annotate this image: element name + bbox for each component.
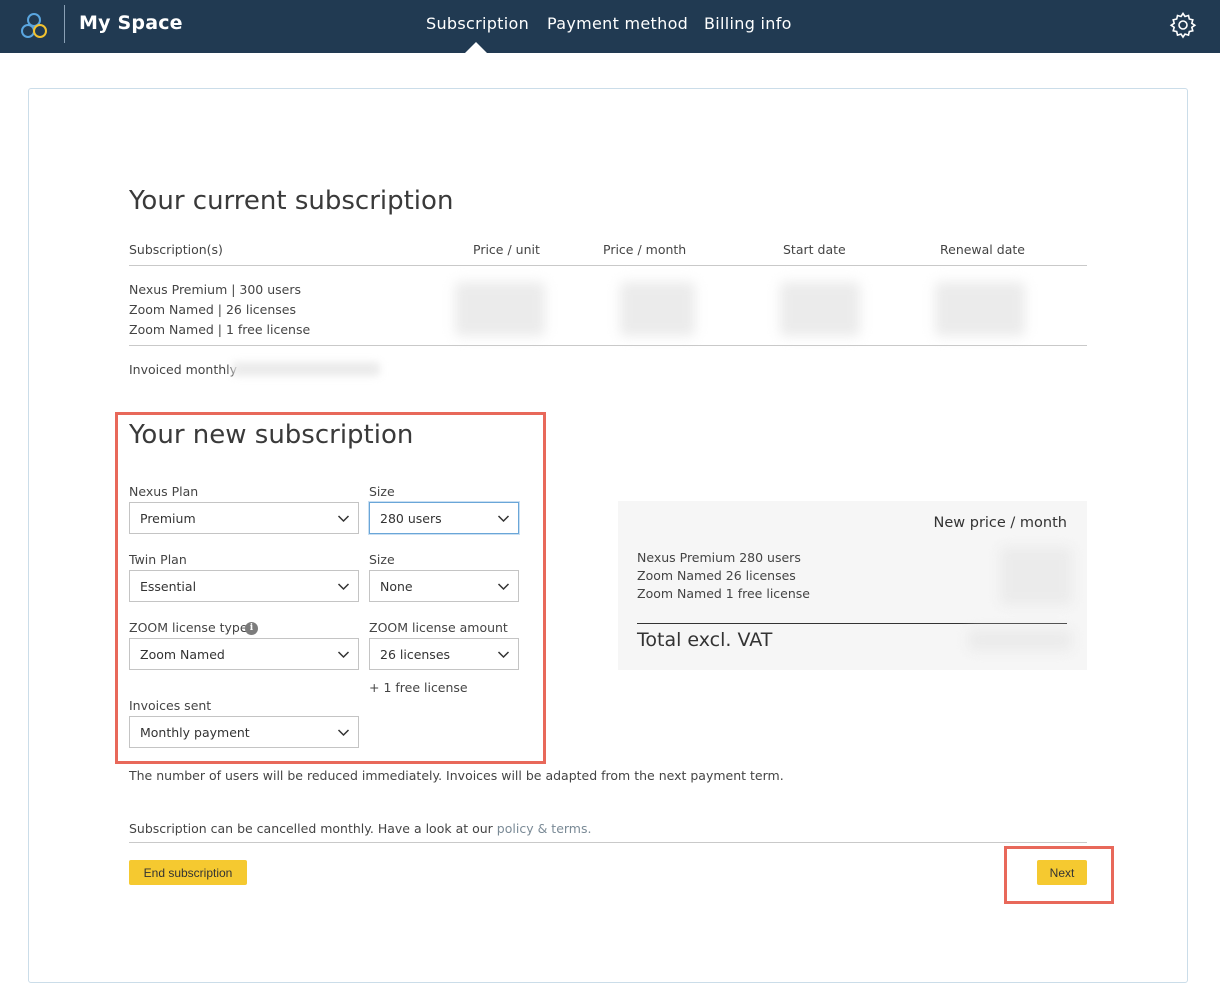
invoices-sent-label: Invoices sent (129, 698, 212, 713)
info-icon[interactable]: i (245, 622, 258, 635)
chevron-down-icon (337, 515, 350, 523)
chevron-down-icon (497, 651, 510, 659)
next-button[interactable]: Next (1037, 860, 1087, 885)
redacted-total (968, 629, 1072, 651)
nexus-size-value: 280 users (380, 511, 442, 526)
redacted-price-month (620, 282, 695, 336)
redacted-renewal-date (935, 282, 1025, 336)
column-header-renewal-date: Renewal date (940, 242, 1025, 257)
twin-size-value: None (380, 579, 413, 594)
chevron-down-icon (497, 583, 510, 591)
new-price-line: Zoom Named 1 free license (637, 586, 810, 601)
zoom-license-amount-value: 26 licenses (380, 647, 451, 662)
nexus-plan-select[interactable]: Premium (129, 502, 359, 534)
total-label: Total excl. VAT (637, 629, 773, 651)
new-subscription-heading: Your new subscription (129, 420, 414, 450)
redacted-price-unit (455, 282, 545, 336)
chevron-down-icon (337, 729, 350, 737)
twin-size-label: Size (369, 552, 395, 567)
current-item: Zoom Named | 26 licenses (129, 302, 297, 317)
reduction-note: The number of users will be reduced imme… (129, 768, 784, 783)
chevron-down-icon (497, 515, 510, 523)
header-divider (64, 5, 65, 43)
nexus-plan-value: Premium (140, 511, 196, 526)
table-header-rule (129, 265, 1087, 266)
total-rule (637, 623, 1067, 624)
current-item: Zoom Named | 1 free license (129, 322, 311, 337)
new-price-title: New price / month (933, 515, 1068, 531)
redacted-new-prices (1000, 547, 1072, 605)
twin-plan-select[interactable]: Essential (129, 570, 359, 602)
column-header-price-unit: Price / unit (473, 242, 540, 257)
zoom-license-type-value: Zoom Named (140, 647, 225, 662)
invoices-sent-select[interactable]: Monthly payment (129, 716, 359, 748)
nav-tab-billing-info[interactable]: Billing info (704, 14, 792, 33)
top-bar: My Space Subscription Payment method Bil… (0, 0, 1220, 53)
twin-size-select[interactable]: None (369, 570, 519, 602)
app-logo-icon[interactable] (19, 11, 49, 41)
free-license-note: + 1 free license (369, 680, 468, 695)
nexus-size-label: Size (369, 484, 395, 499)
chevron-down-icon (337, 583, 350, 591)
chevron-down-icon (337, 651, 350, 659)
redacted-invoice-detail (232, 362, 380, 376)
active-tab-indicator (465, 42, 487, 53)
footer-rule (129, 842, 1087, 843)
gear-icon[interactable] (1169, 11, 1197, 39)
twin-plan-label: Twin Plan (129, 552, 187, 567)
policy-terms-link[interactable]: policy & terms. (497, 821, 592, 836)
redacted-start-date (780, 282, 860, 336)
current-subscription-heading: Your current subscription (129, 186, 454, 216)
zoom-license-type-select[interactable]: Zoom Named (129, 638, 359, 670)
new-price-panel: New price / month Nexus Premium 280 user… (618, 501, 1087, 670)
policy-text: Subscription can be cancelled monthly. H… (129, 821, 591, 836)
zoom-license-amount-label: ZOOM license amount (369, 620, 508, 635)
app-title: My Space (79, 12, 183, 34)
new-price-line: Zoom Named 26 licenses (637, 568, 796, 583)
twin-plan-value: Essential (140, 579, 197, 594)
table-footer-rule (129, 345, 1087, 346)
nexus-size-select[interactable]: 280 users (369, 502, 519, 534)
current-item: Nexus Premium | 300 users (129, 282, 302, 297)
zoom-license-type-label: ZOOM license type (129, 620, 248, 635)
zoom-license-amount-select[interactable]: 26 licenses (369, 638, 519, 670)
column-header-subscriptions: Subscription(s) (129, 242, 223, 257)
new-price-line: Nexus Premium 280 users (637, 550, 801, 565)
invoices-sent-value: Monthly payment (140, 725, 250, 740)
invoiced-label: Invoiced monthly (129, 362, 238, 377)
nexus-plan-label: Nexus Plan (129, 484, 199, 499)
column-header-start-date: Start date (783, 242, 846, 257)
end-subscription-button[interactable]: End subscription (129, 860, 247, 885)
policy-sentence: Subscription can be cancelled monthly. H… (129, 821, 493, 836)
nav-tab-payment-method[interactable]: Payment method (547, 14, 688, 33)
column-header-price-month: Price / month (603, 242, 687, 257)
nav-tab-subscription[interactable]: Subscription (426, 14, 529, 33)
